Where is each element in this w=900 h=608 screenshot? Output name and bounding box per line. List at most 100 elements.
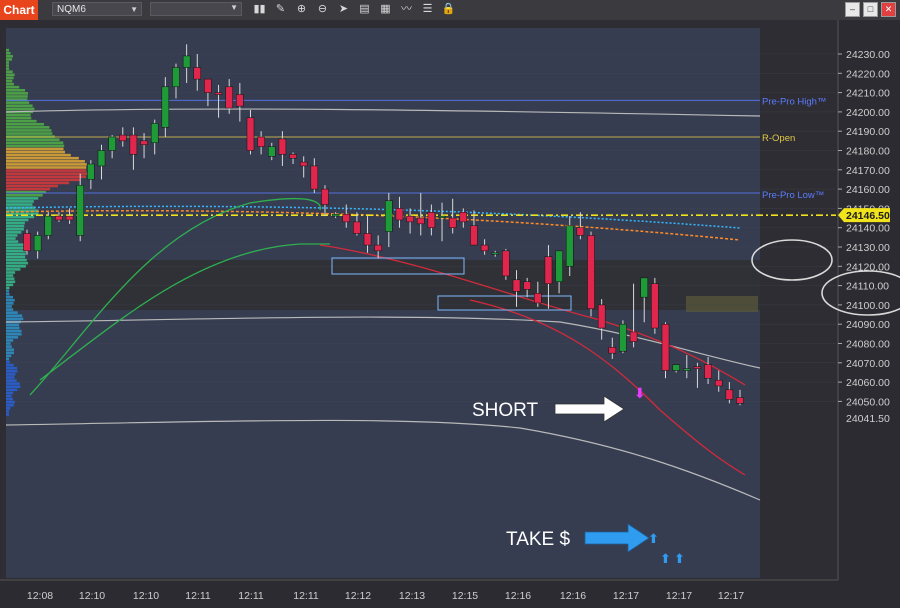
candle-body bbox=[353, 221, 361, 234]
profile-bar bbox=[6, 308, 14, 311]
price-chart[interactable]: 24230.00 24220.00 24210.00 24200.00 24190.00… bbox=[0, 20, 900, 608]
profile-bar bbox=[6, 64, 9, 67]
profile-bar bbox=[6, 351, 14, 355]
candle-body bbox=[597, 304, 606, 329]
profile-bar bbox=[6, 363, 14, 367]
candle-body bbox=[97, 150, 106, 167]
candle-body bbox=[640, 277, 648, 298]
close-icon[interactable]: ✕ bbox=[881, 2, 896, 17]
candle-body bbox=[289, 154, 297, 159]
candle-body bbox=[236, 94, 244, 107]
profile-bar bbox=[6, 153, 71, 157]
profile-bar bbox=[6, 258, 27, 262]
x-tick-label: 12:16 bbox=[560, 590, 586, 602]
candle-body bbox=[278, 138, 287, 155]
profile-bar bbox=[6, 138, 60, 141]
profile-bar bbox=[6, 160, 85, 163]
x-tick-label: 12:10 bbox=[79, 590, 105, 602]
y-tick-label: 24130.00 bbox=[846, 242, 890, 254]
candle-body bbox=[193, 67, 202, 80]
profile-bar bbox=[6, 323, 20, 327]
candle-body bbox=[672, 364, 680, 371]
candle-body bbox=[651, 283, 659, 329]
profile-bar bbox=[6, 354, 12, 358]
profile-bar bbox=[6, 221, 25, 225]
minimize-icon[interactable]: – bbox=[845, 2, 860, 17]
y-tick-label: 24170.00 bbox=[846, 165, 890, 177]
properties-icon[interactable]: ☰ bbox=[420, 2, 435, 17]
x-tick-label: 12:11 bbox=[238, 590, 264, 602]
grid-icon[interactable]: ▦ bbox=[378, 2, 393, 17]
chart-tab[interactable]: Chart bbox=[0, 0, 38, 20]
profile-bar bbox=[6, 227, 24, 231]
profile-bar bbox=[6, 55, 13, 58]
profile-bar bbox=[6, 95, 28, 98]
y-tick-label: 24080.00 bbox=[846, 339, 890, 351]
candle-body bbox=[246, 117, 255, 151]
x-tick-label: 12:17 bbox=[613, 590, 639, 602]
profile-bar bbox=[6, 119, 37, 123]
candle-body bbox=[544, 256, 553, 284]
restore-icon[interactable]: □ bbox=[863, 2, 878, 17]
price-tag-label: 24146.50 bbox=[846, 210, 890, 222]
lock-icon[interactable]: 🔒 bbox=[441, 2, 456, 17]
bar-chart-icon[interactable]: ▮▮ bbox=[252, 2, 267, 17]
profile-bar bbox=[6, 132, 53, 135]
candle-body bbox=[416, 217, 425, 225]
candle-body bbox=[512, 279, 521, 292]
candle-body bbox=[470, 225, 478, 246]
profile-bar bbox=[6, 88, 26, 92]
profile-bar bbox=[6, 116, 32, 120]
symbol-selector[interactable]: NQM6 ▼ bbox=[52, 2, 142, 16]
profile-bar bbox=[6, 234, 18, 237]
profile-bar bbox=[6, 243, 24, 246]
zoom-out-icon[interactable]: ⊖ bbox=[315, 2, 330, 17]
cursor-icon[interactable]: ➤ bbox=[336, 2, 351, 17]
candle-body bbox=[534, 293, 542, 304]
candle-body bbox=[587, 235, 595, 310]
level-label: Pre-Pro High™ bbox=[762, 96, 826, 107]
candle-body bbox=[257, 136, 265, 147]
candle-body bbox=[268, 146, 276, 157]
profile-bar bbox=[6, 336, 19, 339]
profile-bar bbox=[6, 107, 35, 111]
zoom-in-icon[interactable]: ⊕ bbox=[294, 2, 309, 17]
profile-bar bbox=[6, 326, 20, 330]
candle-body bbox=[683, 368, 691, 371]
pencil-icon[interactable]: ✎ bbox=[273, 2, 288, 17]
candle-body bbox=[321, 188, 329, 205]
y-tick-label: 24110.00 bbox=[846, 281, 889, 293]
profile-bar bbox=[6, 172, 88, 175]
document-icon[interactable]: ▤ bbox=[357, 2, 372, 17]
profile-bar bbox=[6, 215, 35, 219]
current-price-tag: 24146.50 bbox=[838, 208, 890, 223]
profile-bar bbox=[6, 265, 26, 268]
profile-bar bbox=[6, 85, 20, 89]
candle-body bbox=[342, 213, 351, 223]
x-tick-label: 12:12 bbox=[345, 590, 371, 602]
profile-bar bbox=[6, 311, 18, 314]
candle-body bbox=[736, 397, 744, 404]
profile-bar bbox=[6, 175, 86, 179]
candle-body bbox=[555, 250, 563, 282]
profile-bar bbox=[6, 286, 10, 290]
profile-bar bbox=[6, 280, 16, 284]
x-tick-label: 12:08 bbox=[27, 590, 53, 602]
y-tick-label: 24090.00 bbox=[846, 319, 890, 331]
profile-bar bbox=[6, 58, 13, 61]
profile-bar bbox=[6, 70, 13, 74]
chart-window: Chart NQM6 ▼ ▼ ▮▮ ✎ ⊕ ⊖ ➤ ▤ ▦ 〰 ☰ 🔒 – □ … bbox=[0, 0, 900, 608]
timeframe-selector[interactable]: ▼ bbox=[150, 2, 242, 16]
candle-body bbox=[363, 233, 372, 246]
profile-bar bbox=[6, 407, 11, 410]
candle-body bbox=[661, 323, 670, 371]
candle-body bbox=[502, 250, 510, 277]
x-tick-label: 12:15 bbox=[452, 590, 478, 602]
profile-bar bbox=[6, 376, 15, 379]
candle-body bbox=[299, 161, 308, 167]
line-chart-icon[interactable]: 〰 bbox=[399, 2, 414, 17]
profile-bar bbox=[6, 197, 39, 200]
candle-body bbox=[395, 208, 404, 221]
profile-bar bbox=[6, 357, 9, 361]
profile-bar bbox=[6, 295, 14, 299]
